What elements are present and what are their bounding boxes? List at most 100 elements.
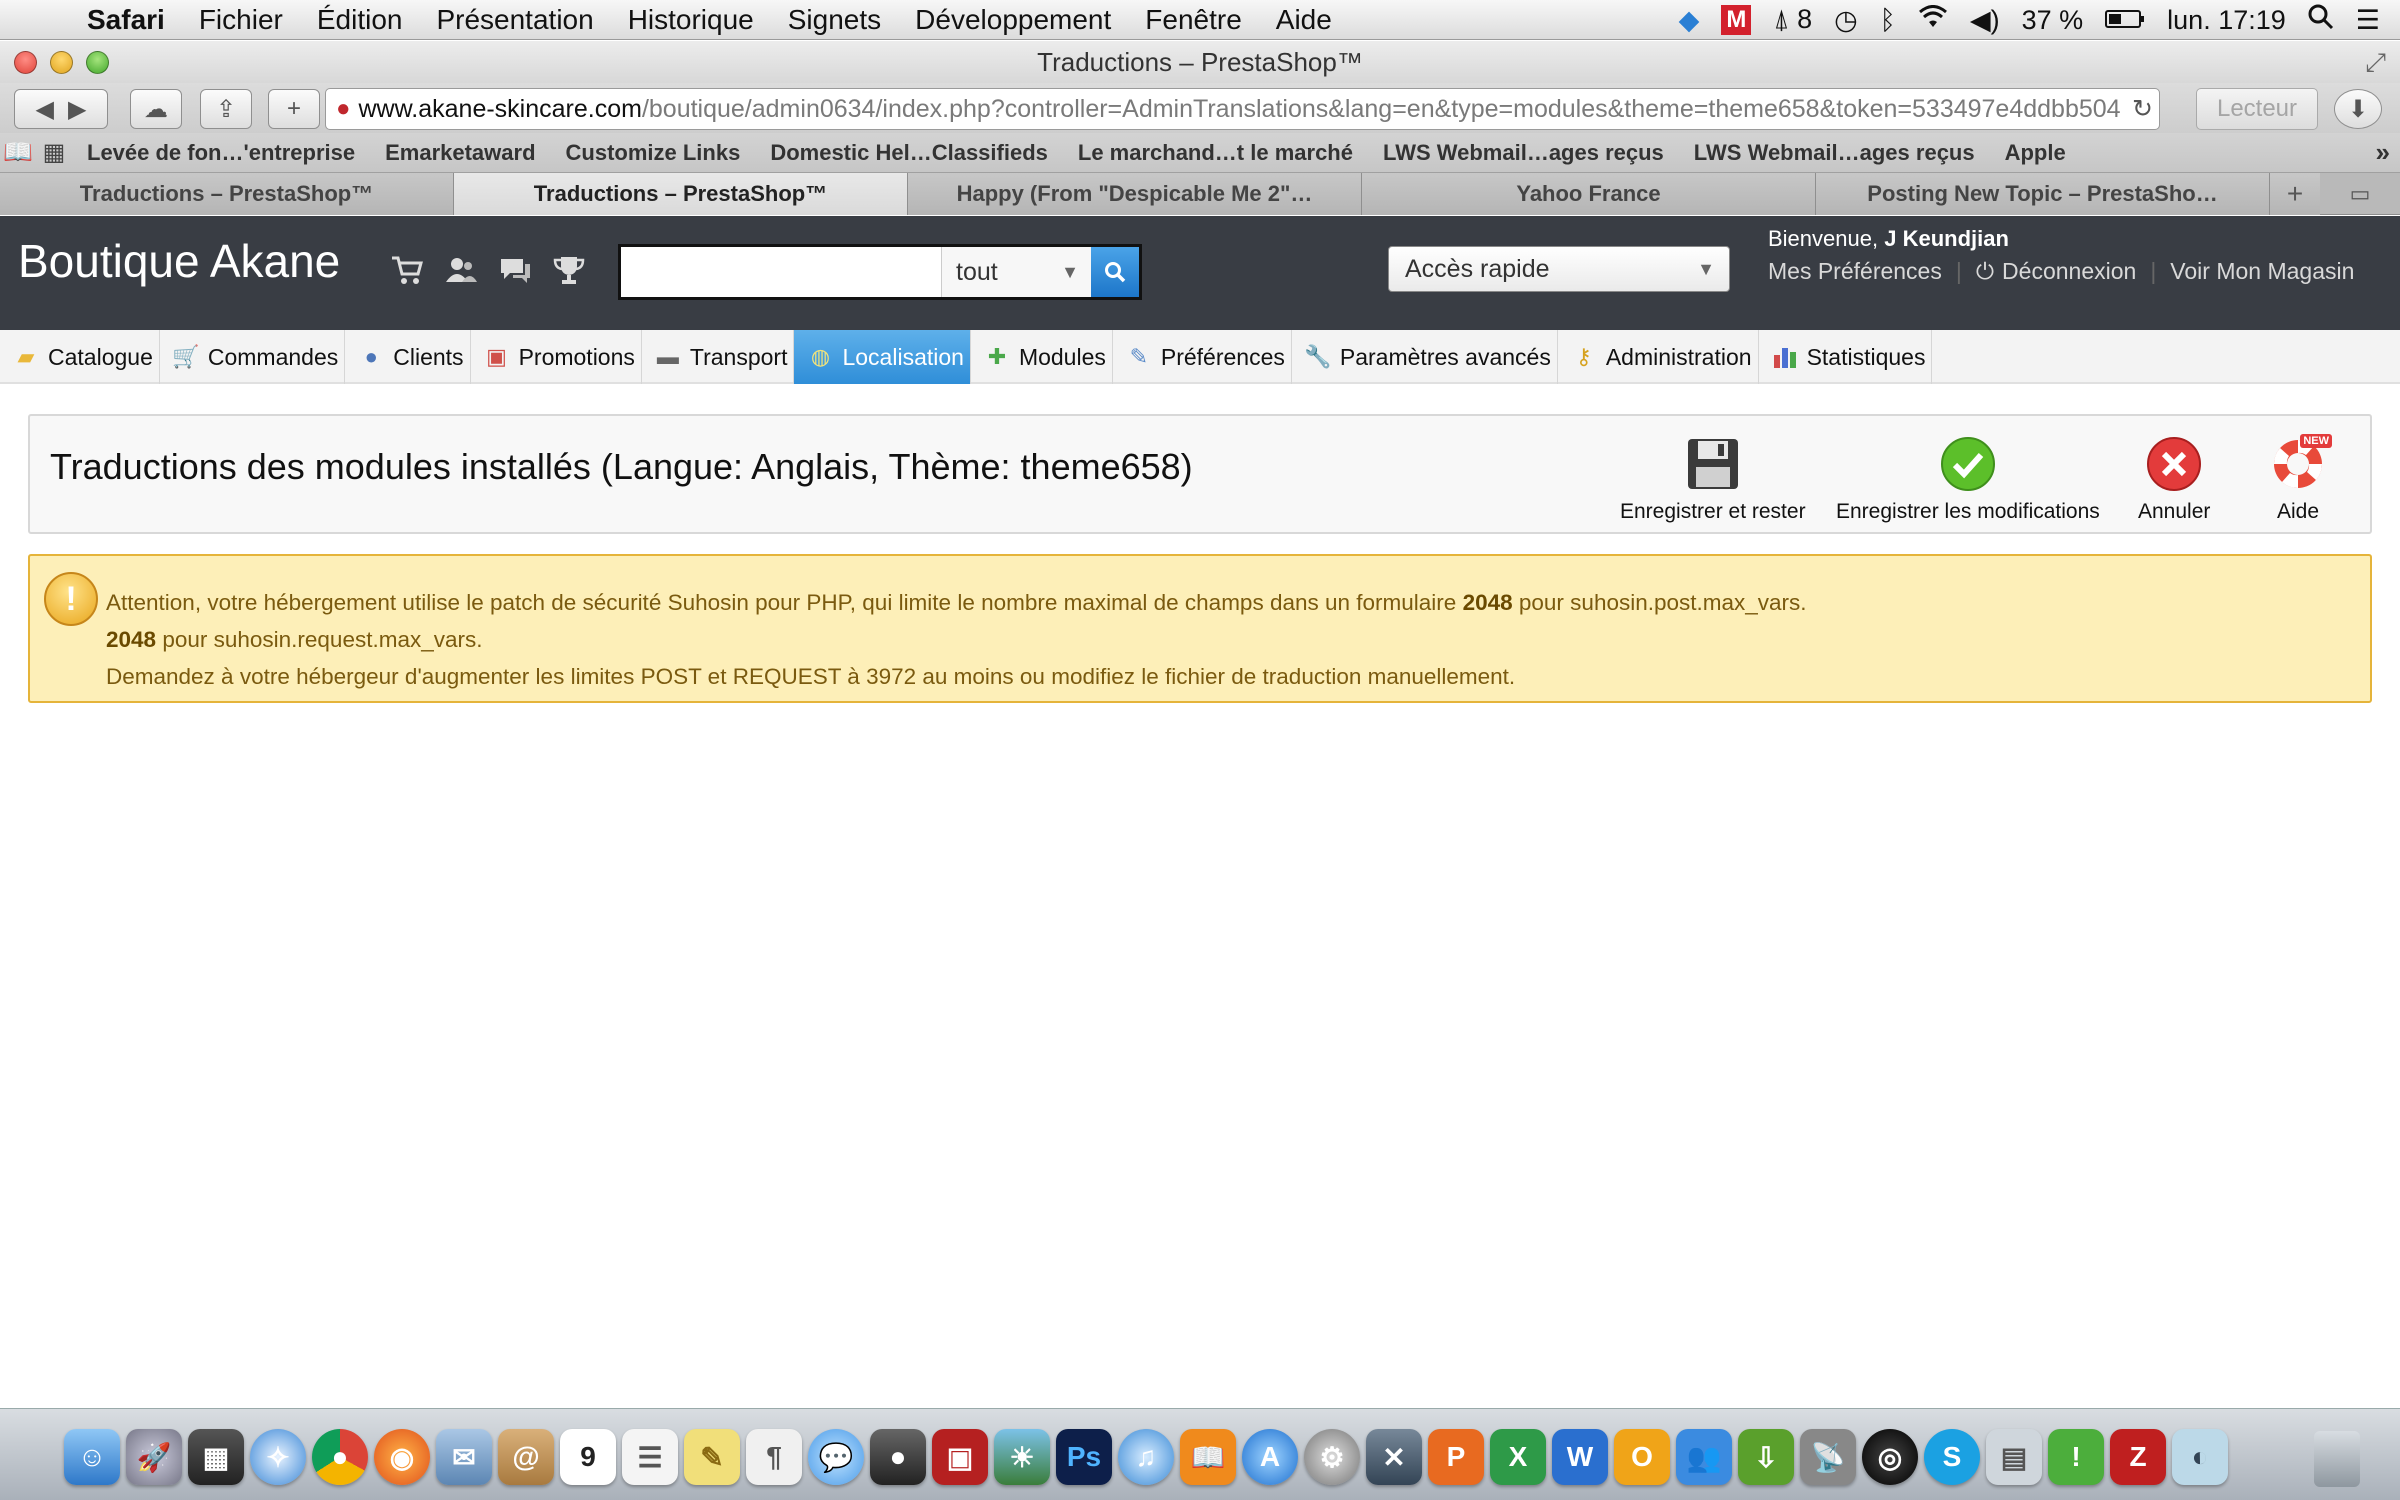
share-button[interactable]: ⇪	[200, 89, 252, 129]
address-bar[interactable]: ● www.akane-skincare.com/boutique/admin0…	[325, 88, 2160, 130]
calendar-icon[interactable]: 9	[560, 1429, 616, 1485]
battery-icon[interactable]	[2105, 5, 2145, 36]
skype-icon[interactable]: S	[1924, 1429, 1980, 1485]
menu-developpement[interactable]: Développement	[898, 4, 1128, 36]
nav-localisation[interactable]: ◍ Localisation	[794, 330, 971, 384]
window-minimize-button[interactable]	[50, 51, 73, 74]
menu-fichier[interactable]: Fichier	[182, 4, 300, 36]
menu-safari[interactable]: Safari	[70, 4, 182, 36]
bookmark-item[interactable]: Apple	[1990, 140, 2081, 166]
spotlight-icon[interactable]	[2308, 4, 2334, 37]
clock[interactable]: lun. 17:19	[2167, 5, 2286, 36]
bookmark-item[interactable]: Customize Links	[551, 140, 756, 166]
shop-name[interactable]: Boutique Akane	[18, 234, 340, 288]
fullscreen-icon[interactable]: ⤢	[2365, 47, 2386, 79]
browser-tab[interactable]: Yahoo France	[1362, 173, 1816, 215]
photo-booth-icon[interactable]: ▣	[932, 1429, 988, 1485]
view-shop-link[interactable]: Voir Mon Magasin	[2170, 258, 2354, 285]
icloud-tabs-button[interactable]: ☁	[130, 89, 182, 129]
nav-modules[interactable]: ✚ Modules	[971, 330, 1113, 384]
window-close-button[interactable]	[14, 51, 37, 74]
evernote-icon[interactable]: !	[2048, 1429, 2104, 1485]
nav-administration[interactable]: ⚷ Administration	[1558, 330, 1759, 384]
pages-icon[interactable]: P	[1428, 1429, 1484, 1485]
save-button[interactable]: Enregistrer les modifications	[1836, 436, 2100, 524]
messages-dock-icon[interactable]: 💬	[808, 1429, 864, 1485]
aperture-icon[interactable]: ◎	[1862, 1429, 1918, 1485]
forward-icon[interactable]: ▶	[68, 95, 86, 124]
browser-tab[interactable]: Posting New Topic – PrestaSho…	[1816, 173, 2270, 215]
bluetooth-icon[interactable]: ᛒ	[1880, 5, 1896, 36]
bookmark-item[interactable]: Le marchand…t le marché	[1063, 140, 1368, 166]
notification-icon[interactable]: ⍋ 8	[1773, 4, 1812, 36]
nav-commandes[interactable]: 🛒 Commandes	[160, 330, 346, 384]
word-icon[interactable]: W	[1552, 1429, 1608, 1485]
window-zoom-button[interactable]	[86, 51, 109, 74]
app-store-icon[interactable]: A	[1242, 1429, 1298, 1485]
nav-statistiques[interactable]: Statistiques	[1759, 330, 1933, 384]
search-scope-select[interactable]: tout ▼	[941, 247, 1091, 297]
reminders-icon[interactable]: ☰	[622, 1429, 678, 1485]
filezilla-icon[interactable]: Z	[2110, 1429, 2166, 1485]
reader-button[interactable]: Lecteur	[2196, 88, 2318, 130]
menu-edition[interactable]: Édition	[300, 4, 420, 36]
browser-tab-active[interactable]: Traductions – PrestaShop™	[454, 173, 908, 215]
nav-transport[interactable]: ▬ Transport	[642, 330, 795, 384]
new-tab-button[interactable]: +	[2270, 173, 2320, 215]
help-button[interactable]: NEW Aide	[2270, 434, 2332, 524]
contacts-icon[interactable]: @	[498, 1429, 554, 1485]
mail-status-icon[interactable]: M	[1721, 5, 1752, 35]
safari-icon[interactable]: ✧	[250, 1429, 306, 1485]
my-preferences-link[interactable]: Mes Préférences	[1768, 258, 1942, 285]
x11-icon[interactable]: ✕	[1366, 1429, 1422, 1485]
outlook-icon[interactable]: O	[1614, 1429, 1670, 1485]
back-forward-buttons[interactable]: ◀ ▶	[14, 89, 108, 129]
volume-icon[interactable]: ◀)	[1970, 5, 2000, 36]
power-icon[interactable]: ⏻	[1976, 258, 1994, 285]
facetime-icon[interactable]: ●	[870, 1429, 926, 1485]
finder-icon[interactable]: ☺	[64, 1429, 120, 1485]
network-utility-icon[interactable]: 📡	[1800, 1429, 1856, 1485]
reload-icon[interactable]: ↻	[2126, 94, 2153, 124]
nav-catalogue[interactable]: ▰ Catalogue	[0, 330, 160, 384]
notification-center-icon[interactable]: ☰	[2356, 5, 2380, 36]
downloads-button[interactable]: ⬇	[2334, 89, 2382, 129]
logout-link[interactable]: Déconnexion	[2002, 258, 2136, 285]
mail-icon[interactable]: ✉	[436, 1429, 492, 1485]
wifi-icon[interactable]	[1918, 4, 1948, 36]
nav-clients[interactable]: ● Clients	[345, 330, 471, 384]
itunes-icon[interactable]: ♫	[1118, 1429, 1174, 1485]
nav-preferences[interactable]: ✎ Préférences	[1113, 330, 1292, 384]
tab-overview-icon[interactable]: ▭	[2320, 173, 2400, 214]
orders-cart-icon[interactable]	[390, 254, 424, 294]
firefox-icon[interactable]: ◉	[374, 1429, 430, 1485]
search-button[interactable]	[1091, 247, 1139, 297]
bookmark-item[interactable]: LWS Webmail…ages reçus	[1679, 140, 1990, 166]
nav-parametres-avances[interactable]: 🔧 Paramètres avancés	[1292, 330, 1558, 384]
cancel-button[interactable]: Annuler	[2138, 436, 2210, 524]
browser-tab[interactable]: Happy (From "Despicable Me 2"…	[908, 173, 1362, 215]
iphoto-icon[interactable]: ☀	[994, 1429, 1050, 1485]
migration-icon[interactable]: ⇩	[1738, 1429, 1794, 1485]
notes-icon[interactable]: ✎	[684, 1429, 740, 1485]
textedit-icon[interactable]: ¶	[746, 1429, 802, 1485]
menu-presentation[interactable]: Présentation	[419, 4, 610, 36]
ibooks-icon[interactable]: 📖	[1180, 1429, 1236, 1485]
time-machine-icon[interactable]: ◷	[1834, 5, 1858, 36]
preview-icon[interactable]: ▤	[1986, 1429, 2042, 1485]
search-input[interactable]	[621, 247, 941, 297]
nav-promotions[interactable]: ▣ Promotions	[471, 330, 642, 384]
quick-access-select[interactable]: Accès rapide ▼	[1388, 246, 1730, 292]
add-bookmark-button[interactable]: +	[268, 89, 320, 129]
lync-icon[interactable]: 👥	[1676, 1429, 1732, 1485]
bookmarks-overflow-icon[interactable]: »	[2376, 137, 2390, 168]
bookmark-item[interactable]: Emarketaward	[370, 140, 550, 166]
mission-control-icon[interactable]: ▦	[188, 1429, 244, 1485]
customers-icon[interactable]	[444, 254, 478, 294]
bookmark-item[interactable]: Levée de fon…'entreprise	[72, 140, 370, 166]
reading-list-icon[interactable]: 📖	[0, 138, 36, 167]
bookmark-item[interactable]: LWS Webmail…ages reçus	[1368, 140, 1679, 166]
menu-historique[interactable]: Historique	[611, 4, 771, 36]
photoshop-icon[interactable]: Ps	[1056, 1429, 1112, 1485]
chrome-icon[interactable]: ●	[312, 1429, 368, 1485]
